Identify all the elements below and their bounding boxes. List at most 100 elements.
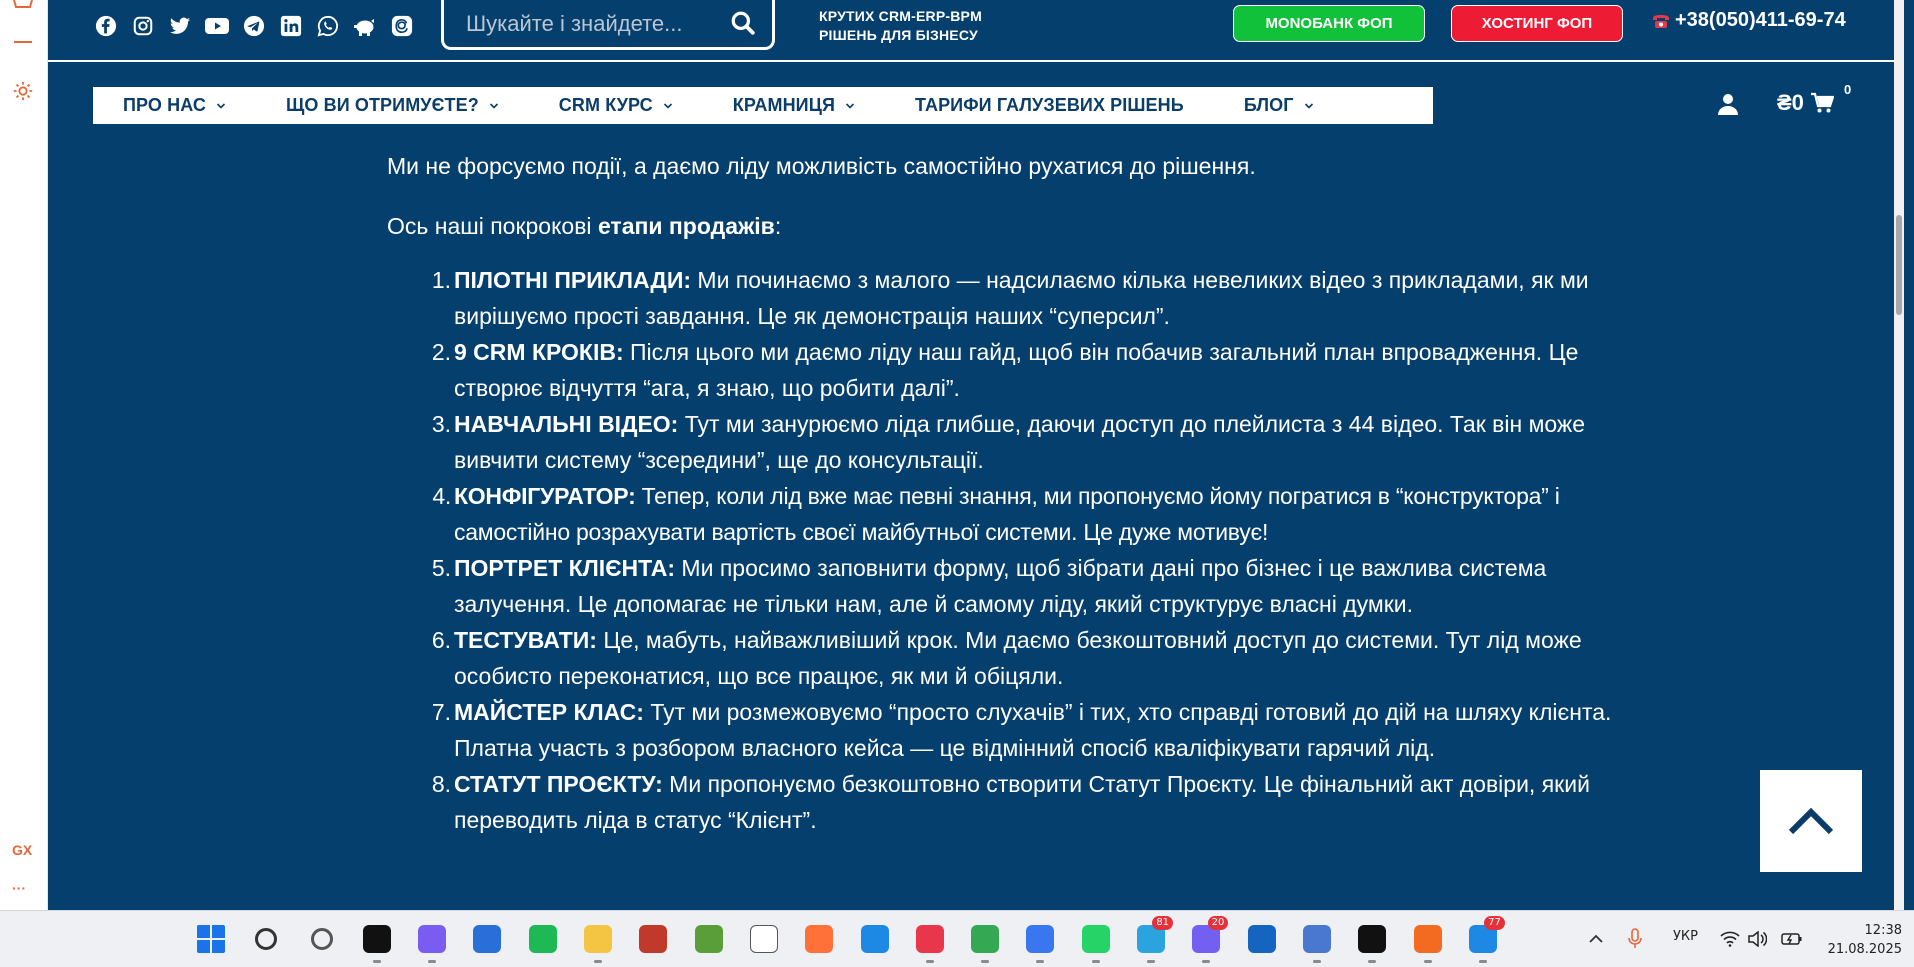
app-glyph (915, 925, 944, 953)
store-icon[interactable] (469, 921, 505, 957)
running-indicator (1312, 960, 1321, 963)
youtube-icon[interactable] (203, 12, 231, 40)
running-indicator (981, 960, 990, 963)
twitter-icon[interactable] (166, 12, 194, 40)
phone-number: +38(050)411-69-74 (1675, 9, 1846, 31)
mail-icon[interactable]: 77 (1465, 916, 1505, 963)
threads-icon[interactable] (388, 12, 416, 40)
app-red-icon[interactable] (635, 921, 671, 957)
step-title: ПОРТРЕТ КЛІЄНТА: (454, 555, 676, 581)
app-glyph (1026, 925, 1055, 953)
step-number: 2. (431, 339, 451, 365)
nav-label: ТАРИФИ ГАЛУЗЕВИХ РІШЕНЬ (915, 95, 1184, 115)
nav-item-blog[interactable]: БЛОГ (1244, 95, 1314, 116)
search-icon[interactable] (730, 10, 756, 36)
arrow-app-icon[interactable] (1244, 921, 1280, 957)
step-title: ТЕСТУВАТИ: (454, 627, 597, 653)
firefox-icon[interactable] (801, 921, 837, 957)
chrome-icon[interactable] (967, 921, 1003, 963)
telegram-icon[interactable] (240, 12, 268, 40)
system-clock[interactable]: 12:38 21.08.2025 (1820, 921, 1902, 959)
camera-icon[interactable] (304, 921, 340, 957)
microphone-icon[interactable] (1627, 928, 1643, 950)
settings-icon[interactable] (12, 80, 34, 102)
linkedin-icon[interactable] (277, 12, 305, 40)
copilot-icon[interactable] (414, 921, 450, 963)
clock-date: 21.08.2025 (1827, 942, 1902, 957)
image-editor-icon[interactable] (691, 921, 727, 957)
telegram-icon[interactable]: 81 (1133, 916, 1174, 963)
spotify-icon[interactable] (525, 921, 561, 957)
nav-item-benefits[interactable]: ЩО ВИ ОТРИМУЄТЕ? (286, 95, 499, 116)
chevron-up-icon[interactable] (1588, 931, 1604, 947)
more-icon[interactable]: ··· (12, 880, 26, 896)
main-nav: ПРО НАС ЩО ВИ ОТРИМУЄТЕ? CRM КУРС КРАМНИ… (93, 87, 1433, 124)
viber-icon[interactable]: 20 (1188, 916, 1229, 963)
whatsapp-icon[interactable] (1078, 921, 1114, 963)
steps-lead: Ось наші покрокові етапи продажів: (387, 208, 1627, 244)
step-number: 3. (431, 411, 451, 437)
page-scrollbar[interactable] (1894, 0, 1904, 910)
nav-label: ПРО НАС (123, 95, 206, 115)
step-number: 4. (432, 483, 451, 509)
chevron-down-icon (1304, 102, 1313, 109)
nav-item-tariffs[interactable]: ТАРИФИ ГАЛУЗЕВИХ РІШЕНЬ (915, 95, 1184, 116)
search-input[interactable] (466, 10, 726, 37)
nav-item-crm-course[interactable]: CRM КУРС (559, 95, 673, 116)
hosting-button[interactable]: ХОСТИНГ ФОП (1451, 5, 1623, 42)
instagram-icon[interactable] (129, 12, 157, 40)
edge-icon[interactable] (857, 921, 893, 957)
step-title: 9 CRM КРОКІВ: (454, 339, 624, 365)
gx-label[interactable]: GX (12, 842, 32, 858)
cart-count-badge: 0 (1844, 82, 1852, 97)
language-indicator[interactable]: УКР (1673, 929, 1698, 944)
document-icon[interactable] (746, 921, 782, 957)
signal-icon[interactable] (1022, 921, 1058, 963)
folder-icon[interactable] (580, 921, 616, 963)
app-glyph (1413, 925, 1442, 953)
list-item: 1. ПІЛОТНІ ПРИКЛАДИ: Ми починаємо з малог… (387, 262, 1627, 334)
piggybank-icon[interactable] (351, 12, 379, 40)
step-number: 6. (431, 627, 451, 653)
app-glyph (197, 925, 225, 953)
running-indicator (1423, 960, 1432, 963)
search-icon[interactable] (248, 921, 284, 957)
list-item: 4. КОНФІГУРАТОР: Тепер, коли лід вже має … (387, 478, 1627, 550)
app-glyph (362, 925, 391, 953)
steps-lead-bold: етапи продажів (597, 213, 775, 239)
cart-total: ₴0 (1777, 90, 1804, 115)
nav-item-about[interactable]: ПРО НАС (123, 95, 226, 116)
scrollbar-thumb[interactable] (1896, 215, 1902, 315)
intro-paragraph: Ми не форсуємо події, а даємо ліду можли… (387, 153, 1256, 179)
site-tagline: КРУТИХ CRM-ERP-BPM РІШЕНЬ ДЛЯ БІЗНЕСУ (819, 7, 982, 45)
battery-icon[interactable] (1781, 931, 1803, 947)
opera-icon[interactable] (912, 921, 948, 963)
record-icon[interactable] (1354, 921, 1390, 963)
facebook-icon[interactable] (92, 12, 120, 40)
chevron-down-icon (216, 102, 226, 109)
wifi-icon[interactable] (1720, 931, 1740, 947)
speedometer-icon[interactable] (1410, 921, 1446, 963)
taskbar-apps: 81 20 77 (193, 916, 1505, 963)
monobank-button[interactable]: MONOБАНК ФОП (1233, 5, 1425, 42)
b-app-icon[interactable] (1299, 921, 1335, 963)
step-text: Після цього ми даємо ліду наш гайд, щоб … (454, 339, 1579, 401)
steps-lead-prefix: Ось наші покрокові (387, 213, 598, 239)
whatsapp-icon[interactable] (314, 12, 342, 40)
phone-link[interactable]: +38(050)411-69-74 (1651, 9, 1846, 32)
nav-label: ЩО ВИ ОТРИМУЄТЕ? (285, 95, 479, 115)
user-icon[interactable] (1716, 92, 1740, 116)
scroll-to-top-button[interactable] (1760, 770, 1862, 872)
messenger-icon[interactable] (12, 0, 34, 10)
cart-link[interactable]: ₴0 (1777, 90, 1834, 116)
nav-item-shop[interactable]: КРАМНИЦЯ (733, 95, 855, 116)
app-glyph (473, 925, 502, 953)
running-indicator (1478, 960, 1487, 963)
windows-start-icon[interactable] (193, 921, 229, 957)
list-item: 6. ТЕСТУВАТИ: Це, мабуть, найважливіший к… (387, 622, 1627, 694)
chatgpt-icon[interactable] (359, 921, 395, 963)
article-content: Ми не форсуємо події, а даємо ліду можли… (387, 148, 1627, 838)
chevron-down-icon (489, 102, 498, 109)
step-title: ПІЛОТНІ ПРИКЛАДИ: (454, 267, 692, 293)
volume-icon[interactable] (1747, 931, 1767, 947)
